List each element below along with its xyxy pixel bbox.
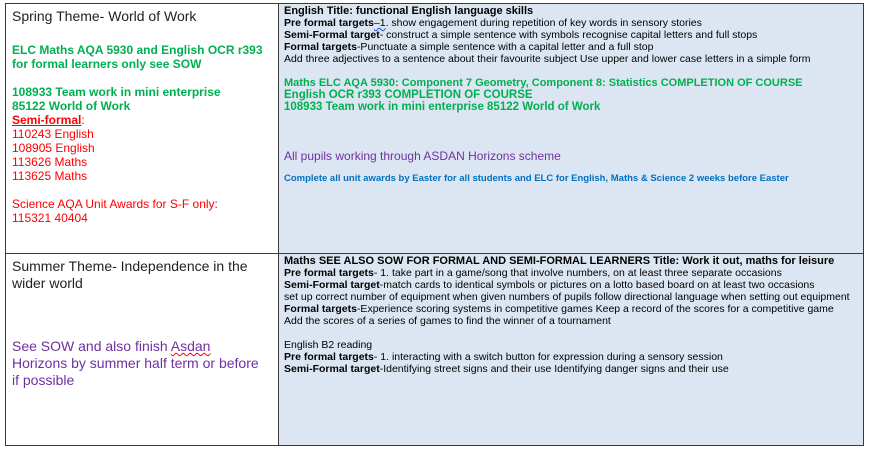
spring-theme-heading: Spring Theme- World of Work <box>12 8 197 24</box>
pre-formal-label: Pre formal targets <box>284 351 374 363</box>
pre-formal-text: - 1. interacting with a switch button fo… <box>373 351 723 363</box>
semi-formal-label: Semi-Formal target <box>284 279 380 291</box>
pre-formal-number: –1 <box>373 17 386 29</box>
semi-formal-text: - construct a simple sentence with symbo… <box>379 29 758 41</box>
sow-note-end: Horizons by summer half term or before i… <box>12 355 259 388</box>
science-line: Science AQA Unit Awards for S-F only: <box>12 197 218 211</box>
semi-formal-target: Semi-Formal target-Identifying street si… <box>284 363 858 375</box>
semi-formal-unit: 110243 English <box>12 127 94 141</box>
formal-label: Formal targets <box>284 41 357 53</box>
pre-formal-label: Pre formal targets <box>284 17 374 29</box>
sow-asdan-note: See SOW and also finish Asdan Horizons b… <box>12 338 262 389</box>
formal-label: Formal targets <box>284 303 357 315</box>
semi-formal-heading: Semi-formal: <box>12 113 272 127</box>
pre-formal-label: Pre formal targets <box>284 267 374 279</box>
document-page: Spring Theme- World of Work ELC Maths AQ… <box>0 0 870 452</box>
formal-text: -Experience scoring systems in competiti… <box>356 303 834 315</box>
sow-note-start: See SOW and also finish <box>12 338 171 354</box>
semi-formal-label: Semi-Formal target <box>284 363 380 375</box>
spring-left-cell: Spring Theme- World of Work ELC Maths AQ… <box>5 3 279 254</box>
maths-elc-line: Maths ELC AQA 5930: Component 7 Geometry… <box>284 77 803 89</box>
pre-formal-target: Pre formal targets–1. show engagement du… <box>284 17 858 29</box>
semi-formal-unit: 113626 Maths <box>12 155 88 169</box>
adjectives-target: Add three adjectives to a sentence about… <box>284 53 811 65</box>
english-title: English Title: functional English langua… <box>284 5 534 17</box>
scores-target: Add the scores of a series of games to f… <box>284 315 611 327</box>
science-codes: 115321 40404 <box>12 211 88 225</box>
equipment-target: set up correct number of equipment when … <box>284 291 850 303</box>
pre-formal-target: Pre formal targets- 1. take part in a ga… <box>284 267 858 279</box>
complete-awards-line: Complete all unit awards by Easter for a… <box>284 173 789 184</box>
summer-row: Summer Theme- Independence in the wider … <box>5 253 864 446</box>
sow-note-asdan: Asdan <box>170 338 211 354</box>
summer-left-cell: Summer Theme- Independence in the wider … <box>5 253 279 446</box>
curriculum-table: Spring Theme- World of Work ELC Maths AQ… <box>5 3 864 446</box>
formal-target: Formal targets-Punctuate a simple senten… <box>284 41 858 53</box>
spring-right-cell: English Title: functional English langua… <box>278 3 864 254</box>
semi-formal-heading-text: Semi-formal <box>12 113 82 127</box>
english-ocr-line: English OCR r393 COMPLETION OF COURSE <box>284 89 533 101</box>
semi-formal-colon: : <box>81 113 85 127</box>
formal-target: Formal targets-Experience scoring system… <box>284 303 858 315</box>
pre-formal-text: . show engagement during repetition of k… <box>385 17 702 29</box>
semi-formal-target: Semi-Formal target- construct a simple s… <box>284 29 858 41</box>
semi-formal-text: -match cards to identical symbols or pic… <box>379 279 815 291</box>
pre-formal-target: Pre formal targets- 1. interacting with … <box>284 351 858 363</box>
elc-line: ELC Maths AQA 5930 and English OCR r393 … <box>12 43 263 71</box>
semi-formal-unit: 108905 English <box>12 141 95 155</box>
english-b2-heading: English B2 reading <box>284 339 373 351</box>
maths-title: Maths SEE ALSO SOW FOR FORMAL AND SEMI-F… <box>284 255 835 267</box>
world-of-work-unit: 85122 World of Work <box>12 99 131 113</box>
formal-text: -Punctuate a simple sentence with a capi… <box>356 41 654 53</box>
summer-theme-heading: Summer Theme- Independence in the wider … <box>12 258 248 291</box>
summer-right-cell: Maths SEE ALSO SOW FOR FORMAL AND SEMI-F… <box>278 253 864 446</box>
pre-formal-text: - 1. take part in a game/song that invol… <box>373 267 782 279</box>
semi-formal-target: Semi-Formal target-match cards to identi… <box>284 279 858 291</box>
semi-formal-text: -Identifying street signs and their use … <box>379 363 729 375</box>
semi-formal-unit: 113625 Maths <box>12 169 88 183</box>
teamwork-unit: 108933 Team work in mini enterprise <box>12 85 221 99</box>
semi-formal-label: Semi-Formal target <box>284 29 380 41</box>
teamwork-world-of-work-line: 108933 Team work in mini enterprise 8512… <box>284 101 601 113</box>
asdan-pupils-line: All pupils working through ASDAN Horizon… <box>284 149 561 163</box>
spring-row: Spring Theme- World of Work ELC Maths AQ… <box>5 3 864 254</box>
